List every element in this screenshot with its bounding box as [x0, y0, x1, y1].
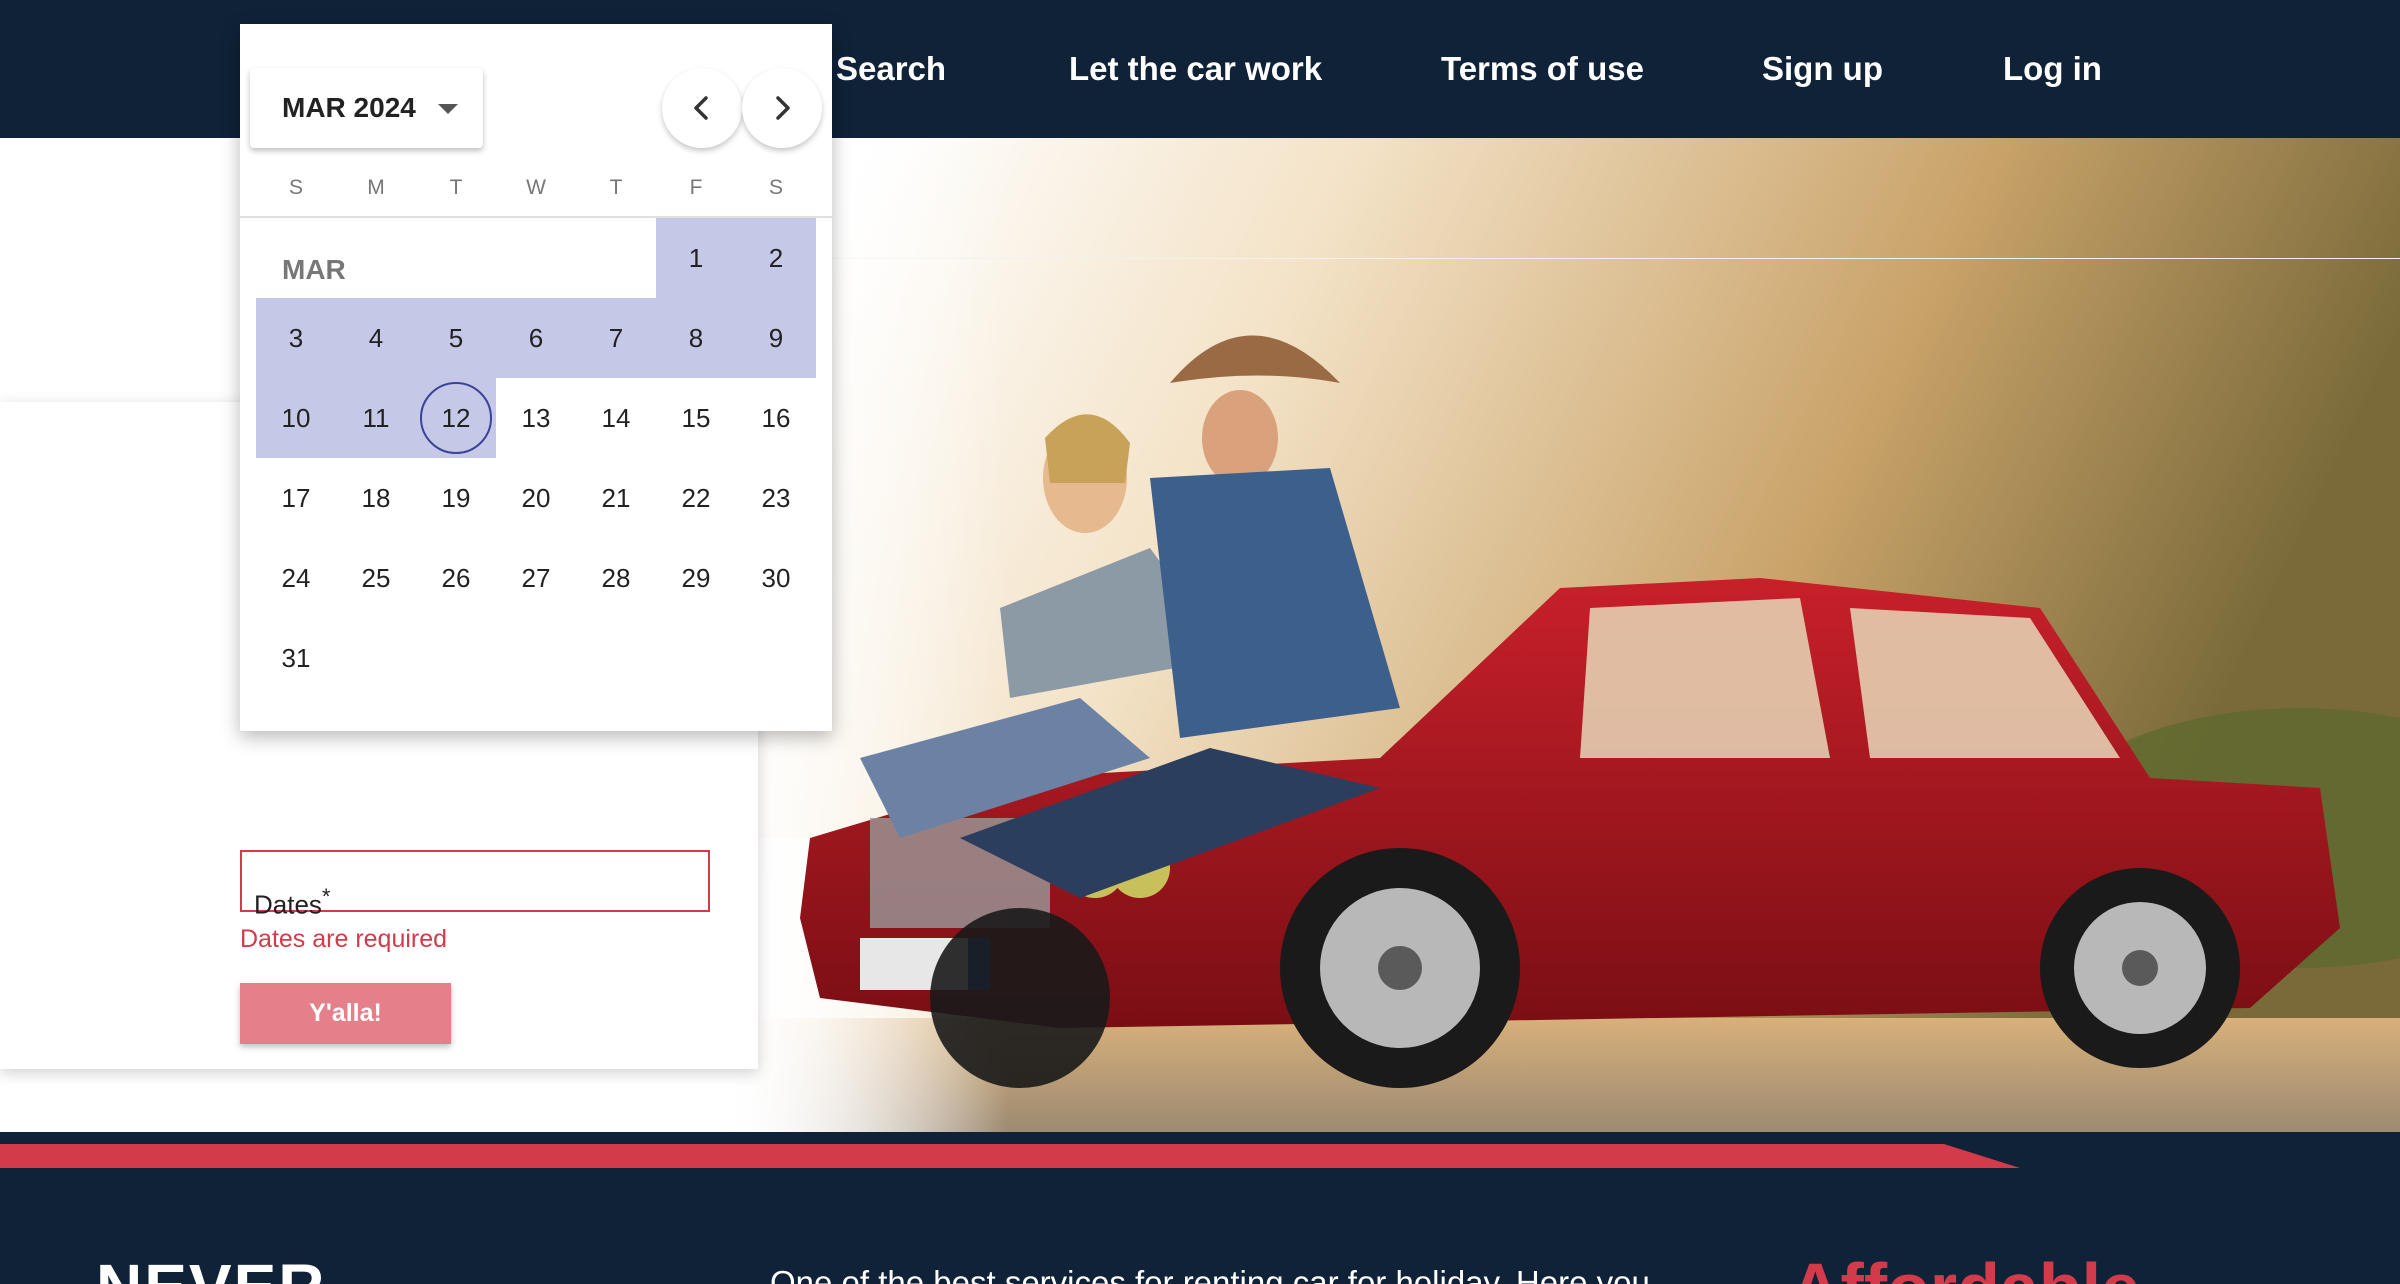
next-month-button[interactable] — [742, 68, 822, 148]
calendar-day-18[interactable]: 18 — [336, 458, 416, 538]
calendar-day-21[interactable]: 21 — [576, 458, 656, 538]
footer-headline: Affordable — [1790, 1248, 2140, 1284]
month-label: MAR — [282, 254, 346, 285]
calendar-day-7[interactable]: 7 — [576, 298, 656, 378]
calendar-day-11[interactable]: 11 — [336, 378, 416, 458]
datepicker-popup: MAR 2024 S M T W T F S MAR 1 2 3 4 5 6 7 8 9 10 11… — [240, 24, 832, 731]
calendar-day-25[interactable]: 25 — [336, 538, 416, 618]
calendar-day-29[interactable]: 29 — [656, 538, 736, 618]
caret-down-icon — [438, 104, 458, 114]
weekday-monday: M — [367, 176, 385, 199]
calendar-day-10[interactable]: 10 — [256, 378, 336, 458]
nav-link-sign-up[interactable]: Sign up — [1762, 50, 1883, 88]
calendar-day-31[interactable]: 31 — [256, 618, 336, 698]
required-mark: * — [321, 884, 331, 909]
calendar-day-14[interactable]: 14 — [576, 378, 656, 458]
calendar-day-8[interactable]: 8 — [656, 298, 736, 378]
calendar-day-12[interactable]: 12 — [416, 378, 496, 458]
calendar-day-6[interactable]: 6 — [496, 298, 576, 378]
chevron-left-icon — [694, 96, 708, 120]
calendar-day-26[interactable]: 26 — [416, 538, 496, 618]
calendar-day-28[interactable]: 28 — [576, 538, 656, 618]
weekday-tuesday: T — [449, 176, 463, 199]
calendar-day-27[interactable]: 27 — [496, 538, 576, 618]
period-label: MAR 2024 — [282, 92, 416, 123]
yalla-submit-button[interactable]: Y'alla! — [240, 983, 451, 1044]
dates-field[interactable]: Dates* — [240, 850, 710, 920]
dates-field-label: Dates — [254, 889, 322, 920]
weekday-saturday: S — [768, 176, 783, 199]
calendar-day-22[interactable]: 22 — [656, 458, 736, 538]
calendar-day-19[interactable]: 19 — [416, 458, 496, 538]
calendar-day-2[interactable]: 2 — [736, 218, 816, 298]
calendar-day-13[interactable]: 13 — [496, 378, 576, 458]
nav-link-let-the-car-work[interactable]: Let the car work — [1069, 50, 1322, 88]
footer-never-text: NEVER — [96, 1250, 327, 1284]
weekday-thursday: T — [609, 176, 623, 199]
calendar-day-9[interactable]: 9 — [736, 298, 816, 378]
weekday-sunday: S — [288, 176, 303, 199]
calendar-day-4[interactable]: 4 — [336, 298, 416, 378]
previous-month-button[interactable] — [662, 68, 742, 148]
calendar-day-5[interactable]: 5 — [416, 298, 496, 378]
calendar-day-30[interactable]: 30 — [736, 538, 816, 618]
nav-link-terms-of-use[interactable]: Terms of use — [1441, 50, 1644, 88]
dates-error-message: Dates are required — [240, 925, 448, 953]
calendar-day-16[interactable]: 16 — [736, 378, 816, 458]
calendar-day-23[interactable]: 23 — [736, 458, 816, 538]
calendar-day-17[interactable]: 17 — [256, 458, 336, 538]
footer-red-stripe — [0, 1144, 2020, 1168]
nav-link-log-in[interactable]: Log in — [2003, 50, 2102, 88]
calendar-day-20[interactable]: 20 — [496, 458, 576, 538]
calendar-day-3[interactable]: 3 — [256, 298, 336, 378]
weekday-wednesday: W — [526, 176, 546, 199]
nav-link-search[interactable]: Search — [836, 50, 946, 88]
footer: NEVER One of the best services for renti… — [0, 1132, 2400, 1284]
calendar-day-1[interactable]: 1 — [656, 218, 736, 298]
weekday-friday: F — [689, 176, 703, 199]
calendar-day-15[interactable]: 15 — [656, 378, 736, 458]
chevron-right-icon — [776, 96, 790, 120]
footer-tagline: One of the best services for renting car… — [770, 1264, 1650, 1284]
month-year-selector[interactable]: MAR 2024 — [250, 68, 483, 148]
calendar-day-24[interactable]: 24 — [256, 538, 336, 618]
